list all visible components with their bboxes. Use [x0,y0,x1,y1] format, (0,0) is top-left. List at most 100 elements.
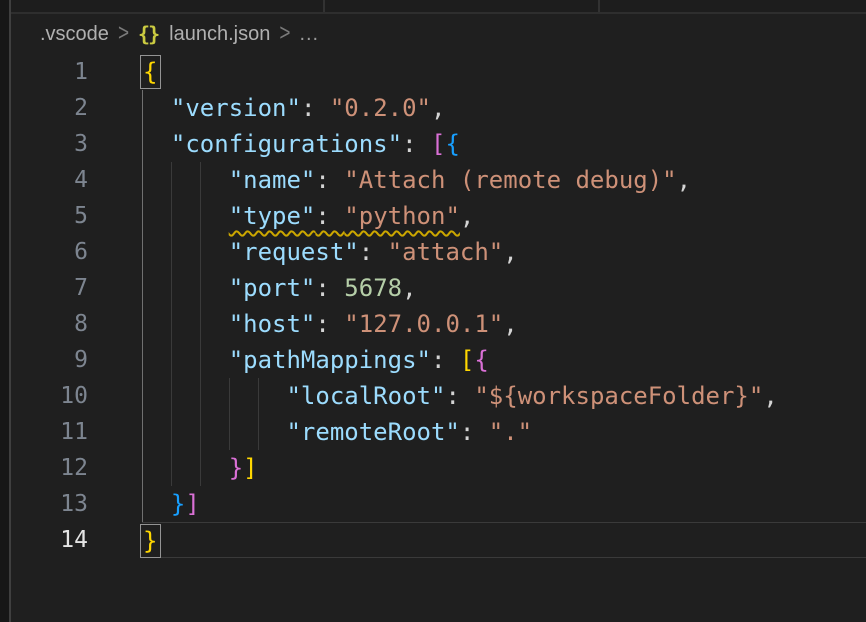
line-number: 6 [11,234,142,270]
code-token: "type" [229,202,316,230]
indent-guide [171,450,172,486]
code-line-content[interactable]: } [142,522,866,558]
panel-edge-rail [0,0,11,622]
code-line: 6"request": "attach", [11,234,866,270]
indent-guide [200,270,201,306]
chevron-right-icon: > [118,20,129,48]
code-token: [ [431,130,445,158]
indent-guide [200,450,201,486]
code-line-content[interactable]: "port": 5678, [142,270,866,306]
code-line-content[interactable]: "version": "0.2.0", [142,90,866,126]
indent-guide [258,378,259,414]
code-line: 8"host": "127.0.0.1", [11,306,866,342]
code-token: "pathMappings" [229,346,431,374]
line-number: 11 [11,414,142,450]
code-line: 4"name": "Attach (remote debug)", [11,162,866,198]
code-token: : [460,418,489,446]
breadcrumb-item-symbol-path[interactable]: ... [299,23,319,46]
active-indent-guide [142,90,143,126]
tab-separator [323,0,325,12]
code-token: "0.2.0" [330,94,431,122]
active-indent-guide [142,486,143,522]
line-number: 10 [11,378,142,414]
code-token: "." [489,418,532,446]
breadcrumb: .vscode > {} launch.json > ... [11,14,866,54]
indent-guide [171,414,172,450]
code-token: , [431,94,445,122]
indent-guide [171,198,172,234]
code-line-content[interactable]: { [142,54,866,90]
code-token: } [171,490,185,518]
code-line: 13}] [11,486,866,522]
code-token: : [402,130,431,158]
line-number: 12 [11,450,142,486]
active-indent-guide [142,162,143,198]
code-token: , [460,202,474,230]
indent-guide [200,414,201,450]
code-token: "python" [344,202,460,230]
matched-bracket: { [140,55,161,89]
indent-guide [258,414,259,450]
code-token: ] [185,490,199,518]
code-line: 1{ [11,54,866,90]
code-token: "127.0.0.1" [344,310,503,338]
code-line-content[interactable]: "remoteRoot": "." [142,414,866,450]
code-line-content[interactable]: "type": "python", [142,198,866,234]
line-number: 9 [11,342,142,378]
code-line-content[interactable]: }] [142,450,866,486]
line-number: 2 [11,90,142,126]
code-token: ] [243,454,257,482]
code-line: 10"localRoot": "${workspaceFolder}", [11,378,866,414]
code-line: 12}] [11,450,866,486]
active-indent-guide [142,198,143,234]
code-line-content[interactable]: "configurations": [{ [142,126,866,162]
line-number: 3 [11,126,142,162]
code-token: : [431,346,460,374]
code-token: "port" [229,274,316,302]
code-line-content[interactable]: "host": "127.0.0.1", [142,306,866,342]
code-token: "host" [229,310,316,338]
line-number: 8 [11,306,142,342]
tab-bar [11,0,866,14]
line-number: 4 [11,162,142,198]
code-token: [ [460,346,474,374]
indent-guide [171,270,172,306]
active-indent-guide [142,378,143,414]
code-token: , [402,274,416,302]
code-editor[interactable]: 1{2"version": "0.2.0",3"configurations":… [11,54,866,558]
tab-separator [598,0,600,12]
code-token: : [315,310,344,338]
indent-guide [200,306,201,342]
code-line-content[interactable]: "localRoot": "${workspaceFolder}", [142,378,866,414]
line-number: 13 [11,486,142,522]
code-token: , [677,166,691,194]
active-indent-guide [142,342,143,378]
chevron-right-icon: > [279,20,290,48]
code-line-content[interactable]: "pathMappings": [{ [142,342,866,378]
indent-guide [171,342,172,378]
code-token: "request" [229,238,359,266]
line-number: 5 [11,198,142,234]
code-line-content[interactable]: "request": "attach", [142,234,866,270]
breadcrumb-item-vscode[interactable]: .vscode [40,23,109,46]
line-number: 7 [11,270,142,306]
code-line: 11"remoteRoot": "." [11,414,866,450]
active-indent-guide [142,270,143,306]
code-token: : [445,382,474,410]
code-token: : [315,166,344,194]
indent-guide [200,198,201,234]
code-line-content[interactable]: "name": "Attach (remote debug)", [142,162,866,198]
code-line-content[interactable]: }] [142,486,866,522]
breadcrumb-item-launch-json[interactable]: launch.json [169,23,270,46]
active-indent-guide [142,306,143,342]
code-token: } [229,454,243,482]
line-number: 1 [11,54,142,90]
code-token: "attach" [388,238,504,266]
code-token: "remoteRoot" [286,418,459,446]
code-line: 5"type": "python", [11,198,866,234]
active-indent-guide [142,414,143,450]
code-token: 5678 [344,274,402,302]
code-line: 2"version": "0.2.0", [11,90,866,126]
code-token: "${workspaceFolder}" [474,382,763,410]
code-line: 7"port": 5678, [11,270,866,306]
